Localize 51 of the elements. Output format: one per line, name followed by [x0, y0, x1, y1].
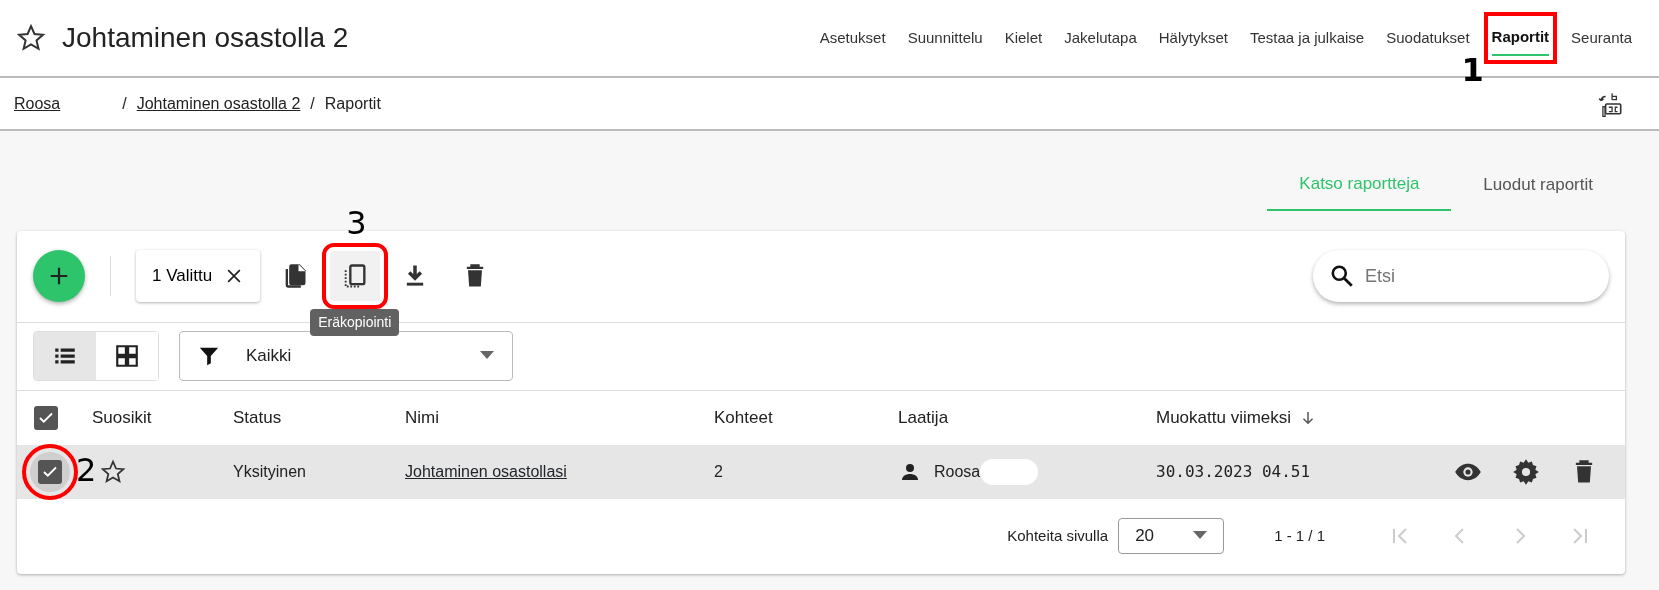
caret-icon	[1193, 531, 1208, 541]
selection-chip[interactable]: 1 Valittu	[136, 250, 261, 302]
tooltip: Eräkopiointi	[310, 309, 400, 336]
grid-icon	[114, 343, 140, 369]
selection-count: 1 Valittu	[152, 265, 213, 288]
column-header: Nimi	[405, 406, 439, 429]
filter-value: Kaikki	[246, 345, 292, 368]
search-icon	[1329, 263, 1355, 289]
favorite-star-icon[interactable]	[100, 458, 126, 485]
filter-dropdown[interactable]: Kaikki	[179, 331, 513, 381]
breadcrumb-link[interactable]: Roosa	[14, 91, 61, 116]
table-cell-text: Yksityinen	[233, 461, 307, 482]
author-name: Roosa	[934, 461, 981, 482]
annotation-number: 1	[1461, 53, 1484, 86]
column-header: Laatija	[898, 406, 949, 429]
tab[interactable]: Luodut raportit	[1451, 159, 1625, 211]
plus-icon	[48, 265, 70, 287]
per-page-value: 20	[1135, 525, 1155, 548]
add-button[interactable]	[33, 250, 85, 302]
caret-icon	[480, 351, 494, 361]
nav-tab[interactable]: Seuranta	[1571, 20, 1632, 56]
annotation-number: 3	[346, 207, 367, 239]
per-page-label: Kohteita sivulla	[1007, 525, 1109, 546]
per-page-dropdown[interactable]: 20	[1118, 518, 1225, 554]
column-header: Status	[233, 406, 282, 429]
nav-tab[interactable]: Testaa ja julkaise	[1249, 20, 1365, 56]
report-link[interactable]: Johtaminen osastollasi	[405, 462, 567, 480]
table-cell-text: 2	[714, 461, 724, 482]
star-icon[interactable]	[16, 23, 46, 53]
page-range: 1 - 1 / 1	[1274, 525, 1325, 546]
nav-tab[interactable]: Jakelutapa	[1064, 20, 1137, 56]
table-cell-text: 30.03.2023 04.51	[1156, 460, 1312, 483]
list-view-button[interactable]	[34, 332, 96, 380]
page-title: Johtaminen osastolla 2	[62, 21, 349, 55]
filter-icon	[198, 345, 220, 367]
gear-icon	[1512, 457, 1540, 486]
redaction-mark	[980, 458, 1039, 485]
nav-tab[interactable]: Suodatukset	[1386, 20, 1470, 56]
breadcrumb-separator: /	[310, 93, 315, 114]
column-header: Kohteet	[714, 406, 773, 429]
nav-tab[interactable]: Asetukset	[819, 20, 886, 56]
nav-tab[interactable]: Kielet	[1004, 20, 1043, 56]
column-header: Muokattu viimeksi	[1156, 406, 1292, 429]
breadcrumb-link[interactable]: Johtaminen osastolla 2	[136, 91, 301, 116]
breadcrumb-current: Raportit	[324, 93, 381, 114]
annotation-number: 2	[76, 453, 97, 486]
breadcrumb-separator: /	[122, 93, 127, 114]
nav-tab[interactable]: Hälytykset	[1158, 20, 1228, 56]
nav-tab[interactable]: Suunnittelu	[907, 20, 983, 56]
select-all-checkbox[interactable]	[34, 405, 58, 430]
column-header: Suosikit	[92, 406, 152, 429]
